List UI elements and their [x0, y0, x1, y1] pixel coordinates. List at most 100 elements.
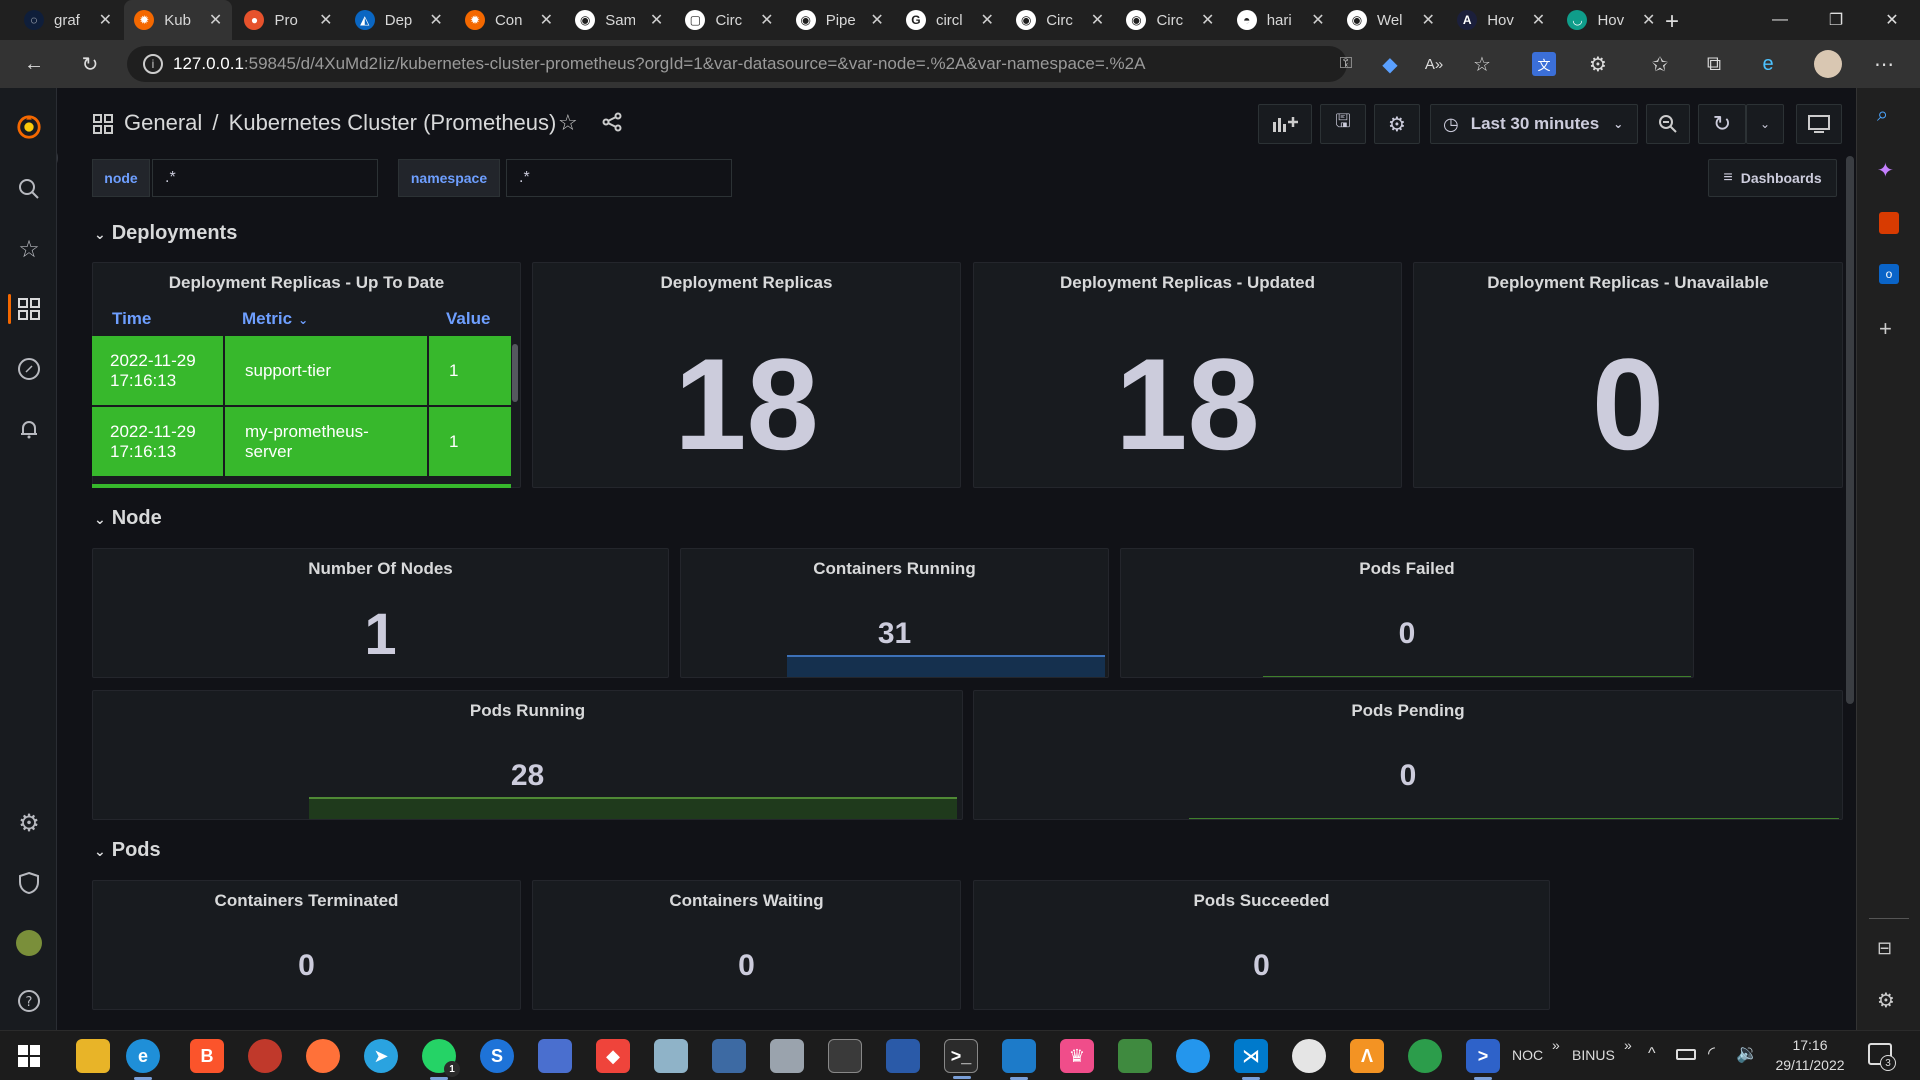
panel-containers-terminated[interactable]: Containers Terminated 0	[92, 880, 521, 1010]
url-input[interactable]: i 127.0.0.1:59845/d/4XuMd2Iiz/kubernetes…	[127, 46, 1347, 82]
panel-containers-running[interactable]: Containers Running 31	[680, 548, 1109, 678]
edge-bar-icon[interactable]: e	[1756, 52, 1780, 76]
app-icon-blue-figure[interactable]	[538, 1039, 572, 1073]
edge-search-icon[interactable]: ⌕	[1877, 104, 1888, 127]
grafana-logo-icon[interactable]	[16, 114, 42, 140]
share-icon[interactable]	[602, 112, 622, 137]
clock-date[interactable]: 29/11/2022	[1770, 1057, 1850, 1073]
page-scrollbar[interactable]	[1846, 156, 1854, 704]
docker-icon[interactable]	[1176, 1039, 1210, 1073]
app-icon-red[interactable]	[248, 1039, 282, 1073]
row-pods[interactable]: ⌄ Pods	[94, 839, 161, 862]
minimize-icon[interactable]: —	[1752, 0, 1808, 40]
panel-deployment-replicas-unavailable[interactable]: Deployment Replicas - Unavailable 0	[1413, 262, 1843, 488]
crown-app-icon[interactable]: ♛	[1060, 1039, 1094, 1073]
clock-time[interactable]: 17:16	[1770, 1037, 1850, 1053]
save-dashboard-icon[interactable]: 🖫	[1320, 104, 1366, 144]
column-header-value[interactable]: Value	[428, 302, 511, 336]
browser-tab[interactable]: ◉ Circ ✕	[1116, 0, 1224, 40]
explore-compass-icon[interactable]	[16, 356, 42, 382]
browser-tab[interactable]: ✹ Kub ✕	[124, 0, 233, 40]
row-deployments[interactable]: ⌄ Deployments	[94, 222, 237, 245]
restore-icon[interactable]: ❐	[1808, 0, 1864, 40]
new-tab-button[interactable]: +	[1665, 8, 1679, 36]
skype-icon[interactable]: S	[480, 1039, 514, 1073]
hide-sidebar-icon[interactable]: ⊟	[1877, 938, 1892, 959]
variable-node-input[interactable]: .*	[152, 159, 378, 197]
brave-icon[interactable]: B	[190, 1039, 224, 1073]
alerting-bell-icon[interactable]	[16, 416, 42, 442]
telegram-icon[interactable]: ➤	[364, 1039, 398, 1073]
translate-icon[interactable]: 文	[1532, 52, 1556, 76]
reload-icon[interactable]: ↻	[78, 52, 102, 76]
mail-app-icon[interactable]	[770, 1039, 804, 1073]
zoom-out-icon[interactable]	[1646, 104, 1690, 144]
read-aloud-icon[interactable]: A»	[1422, 52, 1446, 76]
profile-avatar[interactable]	[1814, 50, 1842, 78]
table-scrollbar[interactable]	[512, 344, 518, 402]
add-sidebar-app-icon[interactable]: +	[1879, 316, 1892, 342]
time-picker-button[interactable]: ◷ Last 30 minutes ⌄	[1430, 104, 1638, 144]
browser-tab[interactable]: ◉ Circ ✕	[1006, 0, 1114, 40]
extensions-icon[interactable]: ⚙	[1586, 52, 1610, 76]
notes-app-icon[interactable]	[654, 1039, 688, 1073]
refresh-icon[interactable]: ↻	[1698, 104, 1746, 144]
firefox-icon[interactable]	[306, 1039, 340, 1073]
powershell-icon[interactable]: >	[1466, 1039, 1500, 1080]
browser-tab[interactable]: ◉ Sam ✕	[565, 0, 673, 40]
panel-pods-pending[interactable]: Pods Pending 0	[973, 690, 1843, 820]
panel-containers-waiting[interactable]: Containers Waiting 0	[532, 880, 961, 1010]
column-header-time[interactable]: Time	[92, 302, 224, 336]
tray-label-noc[interactable]: NOC	[1512, 1047, 1543, 1063]
browser-tab[interactable]: Gcircl ✕	[896, 0, 1004, 40]
office-icon[interactable]	[1879, 212, 1899, 234]
site-info-icon[interactable]: i	[143, 54, 163, 74]
panel-pods-failed[interactable]: Pods Failed 0	[1120, 548, 1694, 678]
tray-chevron-icon[interactable]: »	[1624, 1037, 1632, 1053]
page-title[interactable]: Kubernetes Cluster (Prometheus)	[229, 110, 557, 135]
edge-copilot-icon[interactable]: ✦	[1877, 158, 1894, 183]
dashboard-settings-icon[interactable]: ⚙	[1374, 104, 1420, 144]
browser-tab[interactable]: ◭ Dep ✕	[345, 0, 453, 40]
panel-deployment-replicas[interactable]: Deployment Replicas 18	[532, 262, 961, 488]
app-icon-orange-a[interactable]: Λ	[1350, 1039, 1384, 1073]
battery-icon[interactable]	[1676, 1049, 1696, 1060]
browser-tab[interactable]: A Hov ✕	[1447, 0, 1555, 40]
outlook-icon[interactable]: o	[1879, 264, 1899, 284]
browser-tab[interactable]: ◌ graf ✕	[14, 0, 122, 40]
edge-browser-icon[interactable]: e	[126, 1039, 160, 1080]
panel-deployment-replicas-updated[interactable]: Deployment Replicas - Updated 18	[973, 262, 1402, 488]
excel-chart-icon[interactable]	[1118, 1039, 1152, 1073]
tab-close-icon[interactable]: ✕	[1532, 10, 1545, 30]
browser-tab[interactable]: ◓ hari ✕	[1227, 0, 1335, 40]
windows-start-icon[interactable]	[18, 1045, 40, 1072]
browser-tab[interactable]: ▢ Circ ✕	[675, 0, 783, 40]
app-icon-green-swirl[interactable]	[1408, 1039, 1442, 1073]
tab-close-icon[interactable]: ✕	[981, 10, 994, 30]
column-header-metric[interactable]: Metric ⌄	[224, 302, 428, 336]
refresh-interval-dropdown[interactable]: ⌄	[1746, 104, 1784, 144]
vscode-icon[interactable]: ⋊	[1234, 1039, 1268, 1080]
browser-tab[interactable]: ◡ Hov ✕	[1557, 0, 1665, 40]
tab-close-icon[interactable]: ✕	[429, 10, 442, 30]
dashboards-icon[interactable]	[16, 296, 42, 322]
settings-gear-icon[interactable]: ⚙	[16, 810, 42, 837]
tab-close-icon[interactable]: ✕	[760, 10, 773, 30]
breadcrumb-folder[interactable]: General	[124, 110, 202, 135]
browser-tab[interactable]: ● Pro ✕	[234, 0, 342, 40]
back-icon[interactable]: ←	[22, 52, 46, 76]
tab-close-icon[interactable]: ✕	[1422, 10, 1435, 30]
phone-link-icon[interactable]	[886, 1039, 920, 1073]
more-menu-icon[interactable]: ⋯	[1872, 52, 1896, 76]
row-node[interactable]: ⌄ Node	[94, 507, 162, 530]
tab-close-icon[interactable]: ✕	[1091, 10, 1104, 30]
file-explorer-icon[interactable]	[76, 1039, 110, 1073]
browser-tab[interactable]: ◉ Wel ✕	[1337, 0, 1445, 40]
panel-pods-running[interactable]: Pods Running 28	[92, 690, 963, 820]
tab-close-icon[interactable]: ✕	[319, 10, 332, 30]
admin-shield-icon[interactable]	[16, 870, 42, 896]
tab-close-icon[interactable]: ✕	[540, 10, 553, 30]
search-icon[interactable]	[16, 176, 42, 202]
extension-tag-icon[interactable]: ◆	[1378, 52, 1402, 76]
panel-number-of-nodes[interactable]: Number Of Nodes 1	[92, 548, 669, 678]
